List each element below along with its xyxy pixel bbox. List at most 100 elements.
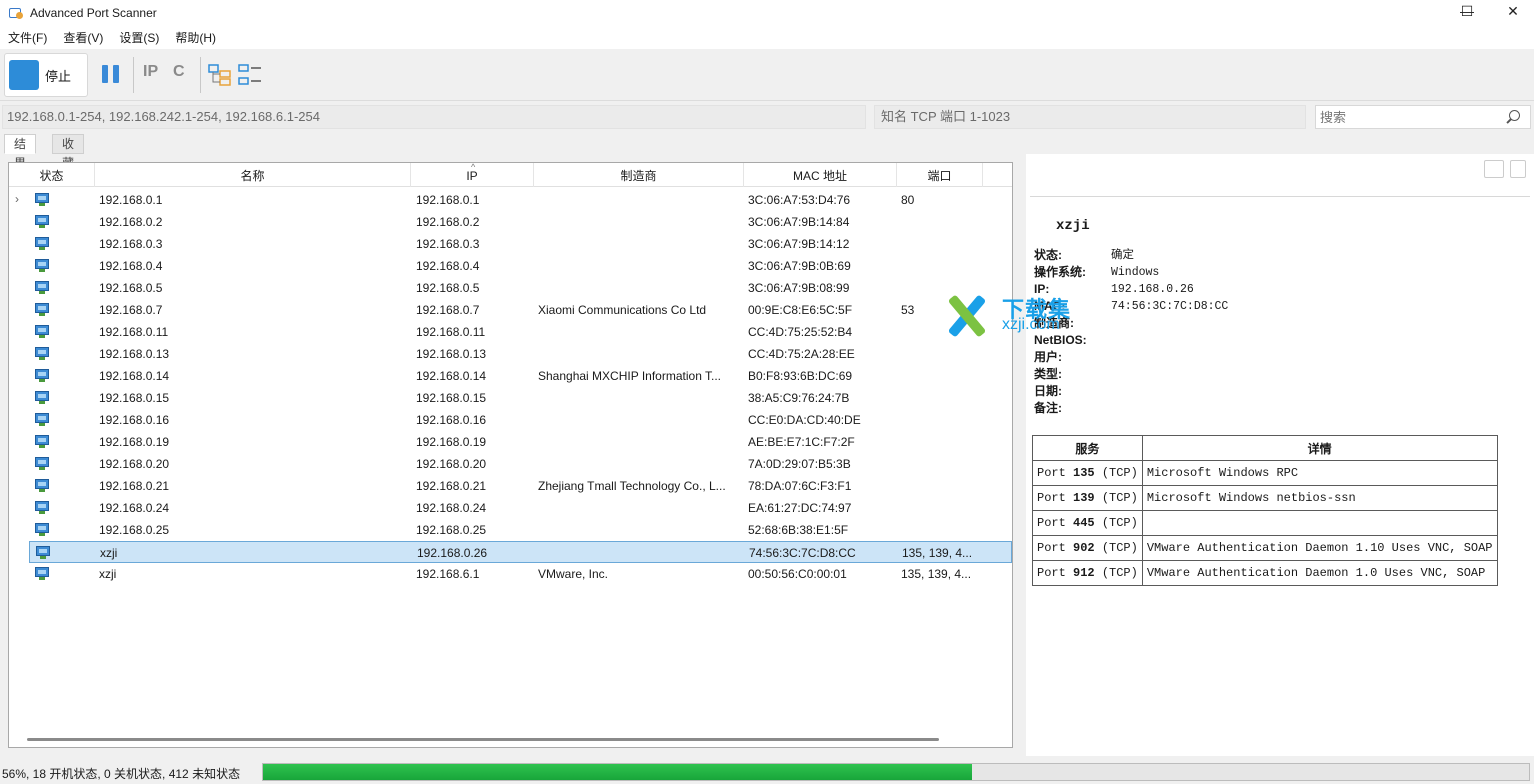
cell-ip: 192.168.0.2 [416,215,480,229]
stop-label: 停止 [45,68,72,84]
search-box[interactable] [1315,105,1531,129]
service-detail: VMware Authentication Daemon 1.10 Uses V… [1141,535,1498,561]
col-mac[interactable]: MAC 地址 [744,163,897,187]
menu-file[interactable]: 文件(F) [8,29,47,46]
search-icon[interactable] [1509,110,1520,121]
cell-mac: B0:F8:93:6B:DC:69 [748,369,853,383]
expand-all-button[interactable] [208,63,231,87]
cell-name: 192.168.0.25 [99,523,170,537]
col-name[interactable]: 名称 [95,163,411,187]
menu-help[interactable]: 帮助(H) [175,29,216,46]
property-value: 192.168.0.26 [1111,283,1194,296]
computer-icon [35,391,49,404]
property-row: 备注: [1034,400,1334,417]
service-row: Port 445 (TCP) [1032,510,1498,536]
close-button[interactable]: ✕ [1490,0,1534,22]
col-vendor[interactable]: 制造商 [534,163,744,187]
computer-icon [35,435,49,448]
cell-ip: 192.168.0.21 [416,479,487,493]
cell-ports [901,409,981,431]
cell-mac: 78:DA:07:6C:F3:F1 [748,479,852,493]
tab-favorites[interactable]: 收藏夹 [52,134,85,189]
c-subnet-button[interactable]: C [173,63,195,87]
cell-ports [901,233,981,255]
cell-vendor: Xiaomi Communications Co Ltd [538,303,707,317]
expand-arrow-icon[interactable]: › [15,192,19,206]
cell-ip: 192.168.0.5 [416,281,480,295]
cell-mac: 3C:06:A7:9B:08:99 [748,281,850,295]
table-row[interactable]: 192.168.0.14 192.168.0.14 Shanghai MXCHIP … [9,365,1012,387]
cell-name: 192.168.0.19 [99,435,170,449]
port-range-field[interactable]: 知名 TCP 端口 1-1023 [874,105,1306,129]
cell-name: 192.168.0.5 [99,281,163,295]
stop-button[interactable]: 停止 [4,53,88,97]
property-row: 操作系统: Windows [1034,264,1334,281]
property-value: 74:56:3C:7C:D8:CC [1111,300,1229,313]
menu-view[interactable]: 查看(V) [63,29,103,46]
pause-button[interactable] [102,65,120,83]
computer-icon [35,567,49,580]
tree-expand-icon [208,64,231,86]
cell-ports: 135, 139, 4... [902,546,973,560]
table-row[interactable]: 192.168.0.19 192.168.0.19 AE:BE:E7:1C:F7:2… [9,431,1012,453]
table-row[interactable]: 192.168.0.3 192.168.0.3 3C:06:A7:9B:14:12 [9,233,1012,255]
cell-ip: 192.168.0.19 [416,435,487,449]
cell-name: 192.168.0.7 [99,303,163,317]
services-col-service: 服务 [1032,435,1143,461]
cell-name: 192.168.0.14 [99,369,170,383]
ip-scan-button[interactable]: IP [143,63,165,87]
save-icon[interactable] [1510,160,1526,178]
col-ports[interactable]: 端口 [897,163,983,187]
cell-ports [901,387,981,409]
horizontal-scrollbar[interactable] [27,738,939,741]
cell-vendor [538,343,741,365]
cell-vendor [538,519,741,541]
search-input[interactable] [1316,106,1496,128]
table-row[interactable]: 192.168.0.20 192.168.0.20 7A:0D:29:07:B5:3… [9,453,1012,475]
table-row[interactable]: xzji 192.168.0.26 74:56:3C:7C:D8:CC 135, 13… [29,541,1012,563]
property-row: 状态: 确定 [1034,247,1334,264]
table-row[interactable]: 192.168.0.15 192.168.0.15 38:A5:C9:76:24:7… [9,387,1012,409]
cell-name: 192.168.0.20 [99,457,170,471]
cell-vendor [538,409,741,431]
cell-mac: EA:61:27:DC:74:97 [748,501,852,515]
computer-icon [35,325,49,338]
watermark-url: xzji.com [1002,316,1060,333]
cell-vendor [538,321,741,343]
cell-vendor [538,233,741,255]
computer-icon [35,281,49,294]
table-row[interactable]: 192.168.0.7 192.168.0.7 Xiaomi Communicati… [9,299,1012,321]
service-detail: VMware Authentication Daemon 1.0 Uses VN… [1141,560,1498,586]
property-label: 状态: [1034,248,1062,262]
maximize-button[interactable]: ☐ [1444,0,1490,22]
table-row[interactable]: 192.168.0.4 192.168.0.4 3C:06:A7:9B:0B:69 [9,255,1012,277]
table-row[interactable]: 192.168.0.11 192.168.0.11 CC:4D:75:25:52:B… [9,321,1012,343]
menu-settings[interactable]: 设置(S) [119,29,159,46]
table-row[interactable]: › 192.168.0.1 192.168.0.1 3C:06:A7:53:D4:76… [9,189,1012,211]
tab-results[interactable]: 结果 [4,134,37,170]
printer-icon[interactable] [1484,160,1504,178]
service-port: Port 445 (TCP) [1032,510,1143,536]
table-row[interactable]: 192.168.0.25 192.168.0.25 52:68:6B:38:E1:5… [9,519,1012,541]
collapse-all-button[interactable] [238,63,261,87]
cell-name: 192.168.0.11 [99,325,169,339]
computer-icon [35,501,49,514]
cell-mac: 3C:06:A7:9B:14:84 [748,215,850,229]
table-row[interactable]: 192.168.0.24 192.168.0.24 EA:61:27:DC:74:9… [9,497,1012,519]
table-row[interactable]: 192.168.0.21 192.168.0.21 Zhejiang Tmall T… [9,475,1012,497]
table-row[interactable]: 192.168.0.5 192.168.0.5 3C:06:A7:9B:08:99 [9,277,1012,299]
computer-icon [35,347,49,360]
property-row: 日期: [1034,383,1334,400]
col-status[interactable]: 状态 [9,163,95,187]
cell-vendor [538,189,741,211]
table-row[interactable]: 192.168.0.2 192.168.0.2 3C:06:A7:9B:14:84 [9,211,1012,233]
ip-range-field[interactable]: 192.168.0.1-254, 192.168.242.1-254, 192.… [2,105,866,129]
tree-collapse-icon [238,64,261,85]
table-row[interactable]: xzji 192.168.6.1 VMware, Inc. 00:50:56:C0:0… [9,563,1012,585]
table-header: 状态 名称 IP ^ 制造商 MAC 地址 端口 [9,162,1012,187]
cell-name: 192.168.0.13 [99,347,170,361]
computer-icon [35,215,49,228]
table-row[interactable]: 192.168.0.13 192.168.0.13 CC:4D:75:2A:28:E… [9,343,1012,365]
table-row[interactable]: 192.168.0.16 192.168.0.16 CC:E0:DA:CD:40:D… [9,409,1012,431]
cell-vendor [538,211,741,233]
